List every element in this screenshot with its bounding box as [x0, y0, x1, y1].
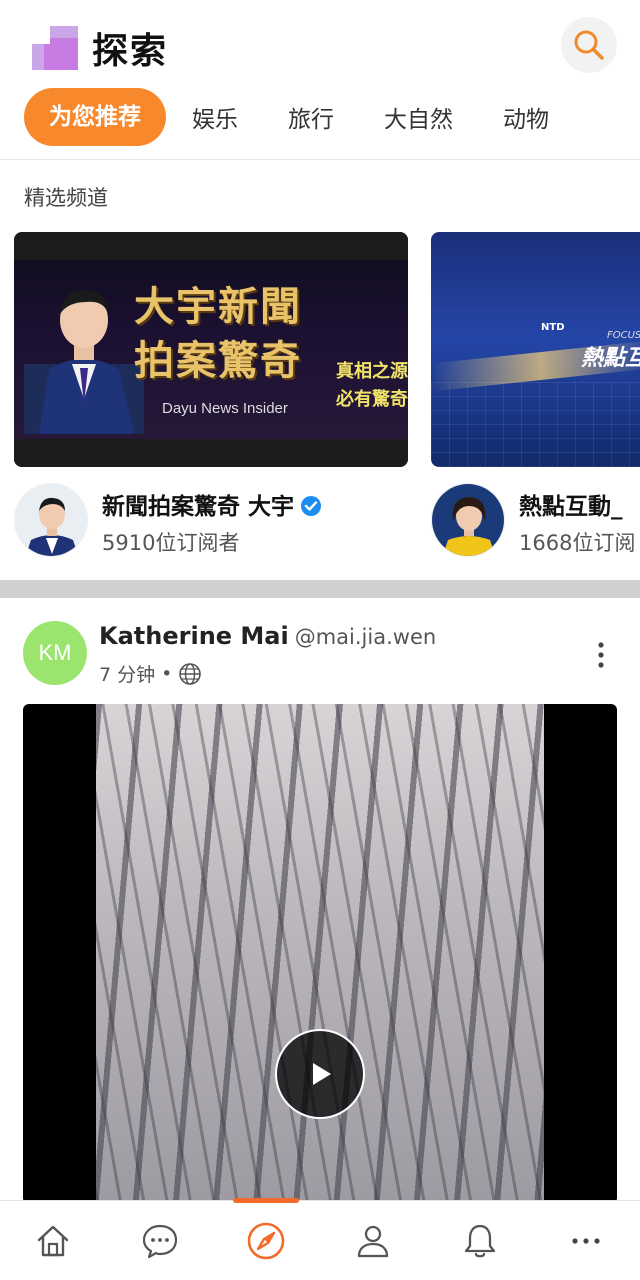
nav-home[interactable] — [31, 1219, 75, 1263]
video-frame — [96, 704, 544, 1204]
thumbnail-subtitle: Dayu News Insider — [162, 400, 288, 417]
profile-icon — [357, 1225, 389, 1258]
post-author-handle[interactable]: @mai.jia.wen — [295, 625, 436, 649]
tab-animals[interactable]: 动物 — [503, 100, 549, 134]
play-icon — [313, 1063, 331, 1085]
post-author-name[interactable]: Katherine Mai — [99, 622, 289, 650]
bottom-nav — [0, 1198, 640, 1280]
nav-notifications[interactable] — [458, 1219, 502, 1263]
page-title: 探索 — [92, 31, 169, 72]
nav-chat[interactable] — [138, 1219, 182, 1263]
category-tabs: 为您推荐 娱乐 旅行 大自然 动物 — [24, 88, 599, 146]
channel-info: 熱點互動_ 1668位订阅 — [431, 483, 640, 559]
tab-entertainment[interactable]: 娱乐 — [192, 100, 238, 134]
channel-avatar[interactable] — [14, 483, 88, 557]
home-icon — [37, 1225, 69, 1257]
post-author[interactable]: Katherine Mai @mai.jia.wen — [99, 622, 436, 650]
channel-thumbnail[interactable]: NTD FOCUS 熱點互 — [431, 232, 640, 467]
featured-section-label: 精选频道 — [24, 186, 108, 210]
channel-card-hotspot[interactable]: NTD FOCUS 熱點互 熱點互動_ 1668位订阅 — [431, 232, 640, 559]
tab-travel[interactable]: 旅行 — [288, 100, 334, 134]
meta-separator: • — [161, 662, 173, 685]
header-divider — [0, 159, 640, 160]
thumbnail-logo: NTD — [541, 322, 565, 333]
channel-subscribers: 5910位订阅者 — [102, 531, 240, 555]
compass-icon — [247, 1222, 285, 1260]
channel-avatar[interactable] — [431, 483, 505, 557]
post-meta: 7 分钟 • — [99, 660, 202, 687]
bell-icon — [464, 1224, 496, 1258]
nav-explore[interactable] — [244, 1219, 288, 1263]
channel-name[interactable]: 新聞拍案驚奇 大宇 — [102, 487, 322, 521]
post-video[interactable] — [23, 704, 617, 1204]
post-more-button[interactable] — [588, 640, 614, 672]
channel-info: 新聞拍案驚奇 大宇 5910位订阅者 — [14, 483, 408, 559]
tab-recommended[interactable]: 为您推荐 — [24, 88, 166, 146]
channel-subscribers: 1668位订阅 — [519, 531, 636, 555]
post-author-avatar[interactable]: KM — [23, 621, 87, 685]
tab-nature[interactable]: 大自然 — [384, 100, 453, 134]
header: 探索 为您推荐 娱乐 旅行 大自然 动物 — [0, 0, 640, 160]
app-logo — [32, 26, 78, 70]
search-button[interactable] — [561, 17, 617, 73]
more-icon — [572, 1238, 600, 1244]
active-tab-indicator — [233, 1198, 299, 1203]
nav-profile[interactable] — [351, 1219, 395, 1263]
host-image — [24, 289, 144, 434]
post-time: 7 分钟 — [99, 664, 156, 686]
more-vertical-icon — [598, 642, 604, 668]
search-icon — [574, 30, 604, 60]
nav-more[interactable] — [564, 1219, 608, 1263]
channel-name[interactable]: 熱點互動_ — [519, 487, 623, 521]
globe-icon — [179, 662, 202, 685]
play-button[interactable] — [275, 1029, 365, 1119]
thumbnail-tag: 真相之源 必有驚奇 — [336, 361, 408, 410]
thumbnail-title: 熱點互 — [581, 346, 640, 371]
verified-icon — [301, 496, 322, 516]
chat-icon — [142, 1224, 178, 1259]
channel-thumbnail[interactable]: 大宇新聞 拍案驚奇 Dayu News Insider 真相之源 必有驚奇 — [14, 232, 408, 467]
channel-card-dayu[interactable]: 大宇新聞 拍案驚奇 Dayu News Insider 真相之源 必有驚奇 新聞… — [14, 232, 408, 559]
section-separator — [0, 580, 640, 598]
thumbnail-title: 大宇新聞 拍案驚奇 — [134, 283, 302, 384]
